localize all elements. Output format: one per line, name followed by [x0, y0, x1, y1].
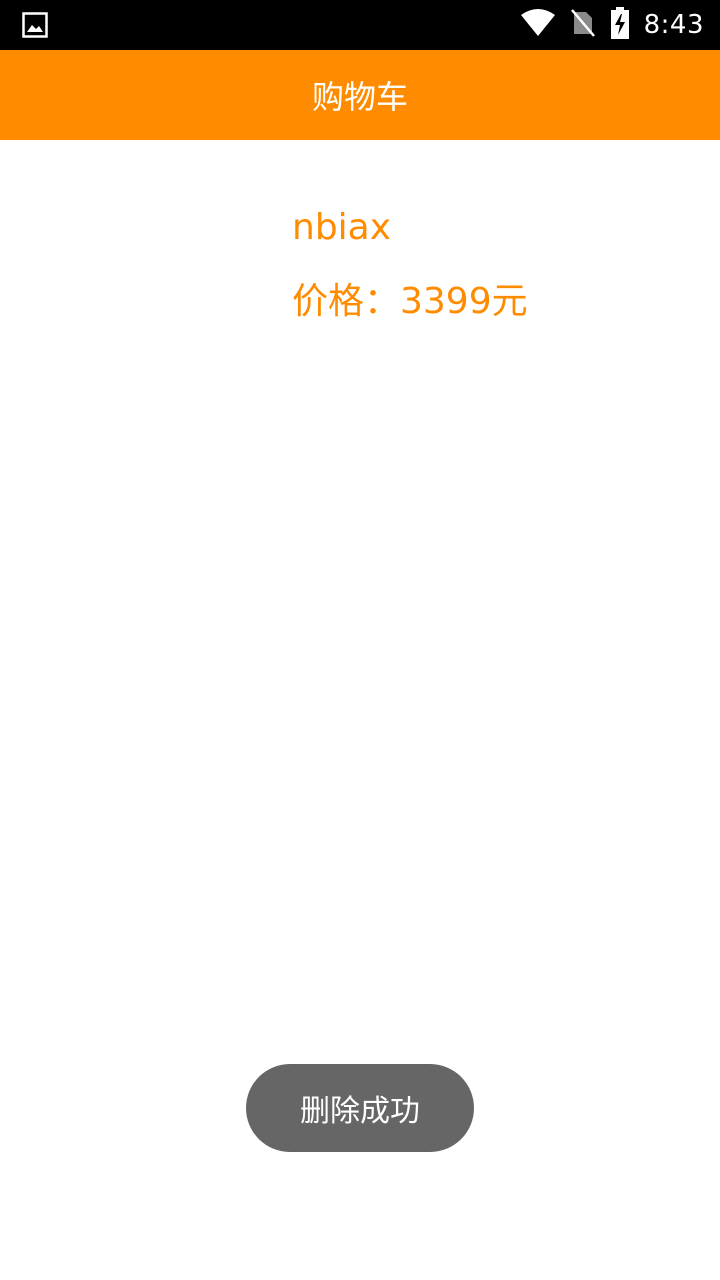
cart-item[interactable]: nbiax 价格：3399元	[292, 200, 528, 330]
wifi-icon	[520, 9, 556, 41]
status-time: 8:43	[643, 10, 704, 40]
app-bar: 购物车	[0, 50, 720, 140]
no-sim-icon	[570, 8, 596, 42]
status-icons: 8:43	[520, 0, 704, 50]
toast: 删除成功	[246, 1064, 474, 1152]
item-price: 价格：3399元	[292, 281, 528, 322]
status-bar: 8:43	[0, 0, 720, 50]
image-notification-icon	[22, 12, 48, 38]
battery-charging-icon	[610, 7, 630, 43]
item-name: nbiax	[292, 207, 392, 248]
toast-message: 删除成功	[300, 1094, 420, 1129]
page-title: 购物车	[311, 78, 408, 116]
